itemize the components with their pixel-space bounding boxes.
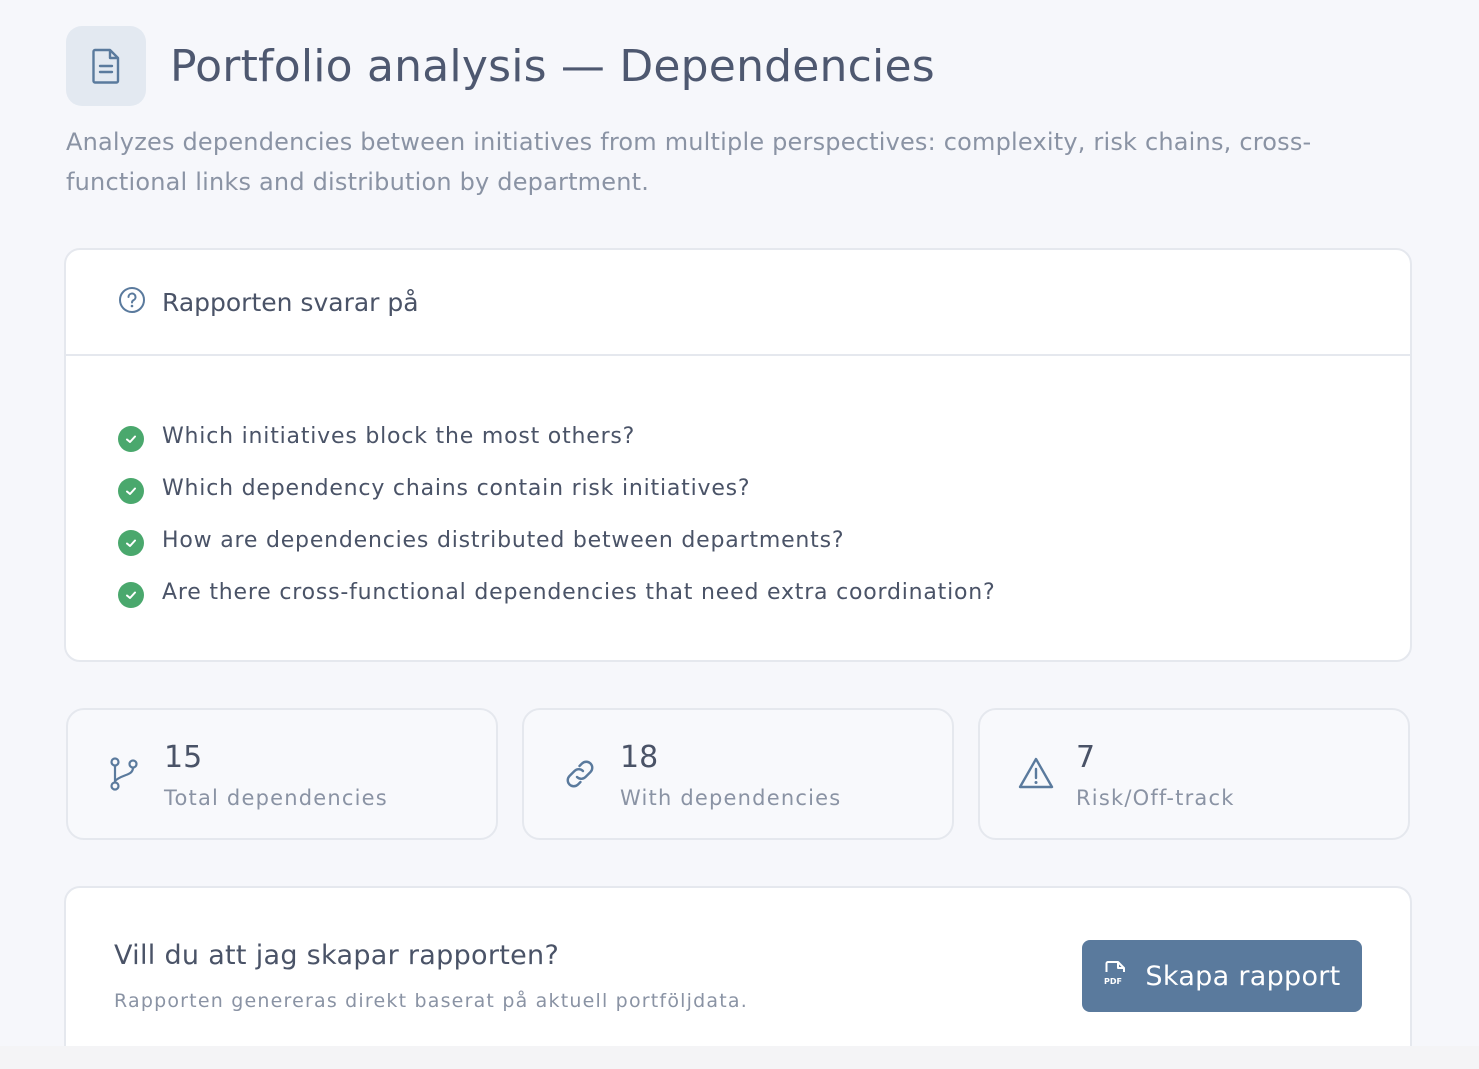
stat-label: With dependencies — [620, 786, 842, 810]
create-report-subtitle: Rapporten genereras direkt baserat på ak… — [114, 990, 748, 1012]
stat-value: 7 — [1076, 740, 1096, 775]
check-circle-icon — [118, 426, 144, 452]
stat-label: Total dependencies — [164, 786, 388, 810]
page-title: Portfolio analysis — Dependencies — [170, 40, 935, 92]
bottom-edge — [0, 1046, 1479, 1069]
create-report-card: Vill du att jag skapar rapporten? Rappor… — [64, 886, 1412, 1069]
page-header: Portfolio analysis — Dependencies — [66, 26, 935, 106]
check-circle-icon — [118, 530, 144, 556]
warning-icon — [1016, 754, 1056, 794]
document-icon — [66, 26, 146, 106]
check-circle-icon — [118, 582, 144, 608]
question-label: Which initiatives block the most others? — [162, 423, 636, 449]
stat-card-risk-off-track: 7 Risk/Off-track — [978, 708, 1410, 840]
question-item: How are dependencies distributed between… — [118, 514, 1410, 566]
report-questions-title: Rapporten svarar på — [162, 287, 419, 317]
page: Portfolio analysis — Dependencies Analyz… — [0, 0, 1479, 1069]
link-icon — [560, 754, 600, 794]
question-item: Which initiatives block the most others? — [118, 410, 1410, 462]
svg-text:PDF: PDF — [1104, 977, 1122, 986]
stat-label: Risk/Off-track — [1076, 786, 1235, 810]
question-list: Which initiatives block the most others?… — [66, 356, 1410, 618]
help-circle-icon — [118, 286, 146, 318]
check-circle-icon — [118, 478, 144, 504]
create-report-button-label: Skapa rapport — [1145, 960, 1341, 992]
question-item: Are there cross-functional dependencies … — [118, 566, 1410, 618]
stat-card-total-dependencies: 15 Total dependencies — [66, 708, 498, 840]
question-item: Which dependency chains contain risk ini… — [118, 462, 1410, 514]
page-description: Analyzes dependencies between initiative… — [66, 128, 1312, 196]
report-questions-header: Rapporten svarar på — [66, 250, 1410, 356]
stat-card-with-dependencies: 18 With dependencies — [522, 708, 954, 840]
report-questions-card: Rapporten svarar på Which initiatives bl… — [64, 248, 1412, 662]
pdf-file-icon: PDF — [1103, 960, 1129, 992]
stat-value: 18 — [620, 740, 659, 775]
create-report-title: Vill du att jag skapar rapporten? — [114, 940, 560, 971]
question-label: Are there cross-functional dependencies … — [162, 579, 996, 605]
question-label: Which dependency chains contain risk ini… — [162, 475, 751, 501]
create-report-button[interactable]: PDF Skapa rapport — [1082, 940, 1362, 1012]
git-branch-icon — [104, 754, 144, 794]
stat-value: 15 — [164, 740, 203, 775]
question-label: How are dependencies distributed between… — [162, 527, 845, 553]
